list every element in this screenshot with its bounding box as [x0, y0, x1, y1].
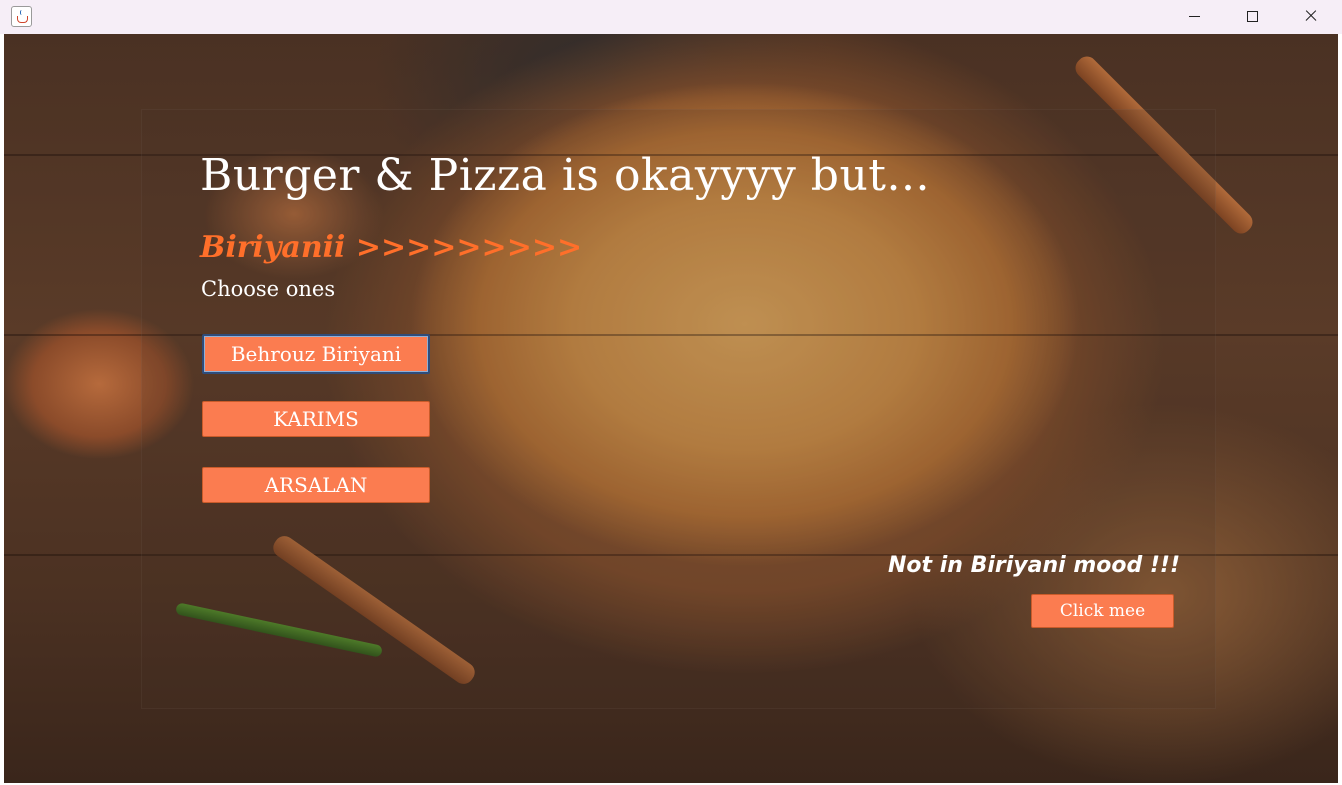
close-icon — [1304, 9, 1318, 23]
click-mee-button[interactable]: Click mee — [1031, 594, 1174, 628]
minimize-icon — [1188, 15, 1200, 17]
behrouz-biriyani-button[interactable]: Behrouz Biriyani — [202, 334, 430, 374]
maximize-button[interactable] — [1223, 0, 1281, 32]
page-title: Burger & Pizza is okayyyy but... — [200, 150, 930, 201]
karims-button[interactable]: KARIMS — [202, 401, 430, 437]
title-bar — [0, 0, 1342, 34]
tagline: Biriyanii >>>>>>>>> — [200, 230, 583, 265]
java-cup-icon[interactable] — [11, 6, 32, 27]
minimize-button[interactable] — [1165, 0, 1223, 32]
close-button[interactable] — [1282, 0, 1340, 32]
maximize-icon — [1246, 10, 1258, 22]
mood-prompt: Not in Biriyani mood !!! — [888, 553, 1180, 578]
choose-label: Choose ones — [201, 277, 336, 301]
arsalan-button[interactable]: ARSALAN — [202, 467, 430, 503]
